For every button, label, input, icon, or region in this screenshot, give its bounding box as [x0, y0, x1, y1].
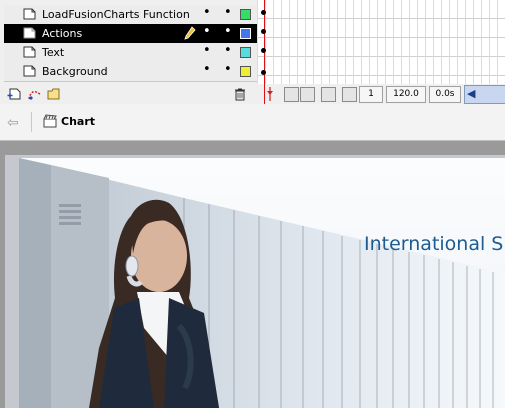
onion-outline-button[interactable]: [300, 87, 315, 102]
pencil-icon: [184, 26, 196, 40]
keyframe[interactable]: [261, 10, 266, 15]
edit-bar-divider: [31, 112, 32, 132]
edit-multiple-frames-button[interactable]: [321, 87, 336, 102]
elapsed-time-field[interactable]: 0.0s: [429, 86, 461, 103]
layer-list: LoadFusionCharts Function • • Actions • …: [0, 0, 257, 84]
lock-dot-icon[interactable]: •: [224, 44, 232, 58]
layer-toolbar: [0, 84, 257, 104]
lock-dot-icon[interactable]: •: [224, 63, 232, 77]
layer-row-background[interactable]: Background • •: [4, 62, 257, 82]
center-frame-icon[interactable]: [265, 86, 275, 102]
timeline-status-bar: 1 120.0 fps 0.0s ◀: [257, 84, 505, 114]
layer-color-swatch[interactable]: [240, 9, 251, 20]
scene-label[interactable]: Chart: [61, 115, 95, 128]
keyframe[interactable]: [261, 29, 266, 34]
current-frame-field[interactable]: 1: [359, 86, 383, 103]
frames-grid[interactable]: [257, 0, 505, 84]
visibility-dot-icon[interactable]: •: [203, 63, 211, 77]
stage-area: International S: [0, 141, 505, 408]
layer-color-swatch[interactable]: [240, 47, 251, 58]
trash-icon[interactable]: [232, 86, 248, 102]
lock-dot-icon[interactable]: •: [224, 6, 232, 20]
layer-color-swatch[interactable]: [240, 28, 251, 39]
stage-canvas[interactable]: [19, 158, 505, 408]
layer-row-text[interactable]: Text • •: [4, 43, 257, 63]
stage-title-text: International S: [364, 233, 504, 255]
lock-dot-icon[interactable]: •: [224, 25, 232, 39]
layer-name: LoadFusionCharts Function: [42, 8, 190, 21]
back-arrow-icon[interactable]: ⇦: [7, 115, 19, 131]
add-guide-icon[interactable]: [27, 86, 43, 102]
edit-bar: ⇦ Chart: [0, 104, 505, 141]
layer-row-actions[interactable]: Actions • •: [4, 24, 257, 44]
layer-name: Text: [42, 46, 65, 59]
keyframe[interactable]: [261, 70, 266, 75]
keyframe[interactable]: [261, 48, 266, 53]
scene-icon: [43, 114, 57, 128]
layer-color-swatch[interactable]: [240, 66, 251, 77]
background-photo: [19, 158, 505, 408]
timeline-panel: LoadFusionCharts Function • • Actions • …: [0, 0, 505, 114]
layer-page-icon: [23, 46, 36, 58]
frame-rate-field[interactable]: 120.0 fps: [386, 86, 426, 114]
modify-markers-button[interactable]: [342, 87, 357, 102]
horizontal-scrollbar[interactable]: ◀: [464, 85, 505, 104]
scroll-left-arrow-icon[interactable]: ◀: [467, 87, 475, 100]
add-folder-icon[interactable]: [46, 86, 62, 102]
layer-name: Background: [42, 65, 108, 78]
layer-page-icon: [23, 65, 36, 77]
onion-skin-button[interactable]: [284, 87, 299, 102]
add-layer-icon[interactable]: [6, 86, 22, 102]
layer-name: Actions: [42, 27, 83, 40]
layer-page-icon: [23, 8, 36, 20]
layer-row-loadfusioncharts[interactable]: LoadFusionCharts Function • •: [4, 5, 257, 25]
layer-page-icon: [23, 27, 36, 39]
visibility-dot-icon[interactable]: •: [203, 44, 211, 58]
visibility-dot-icon[interactable]: •: [203, 25, 211, 39]
visibility-dot-icon[interactable]: •: [203, 6, 211, 20]
